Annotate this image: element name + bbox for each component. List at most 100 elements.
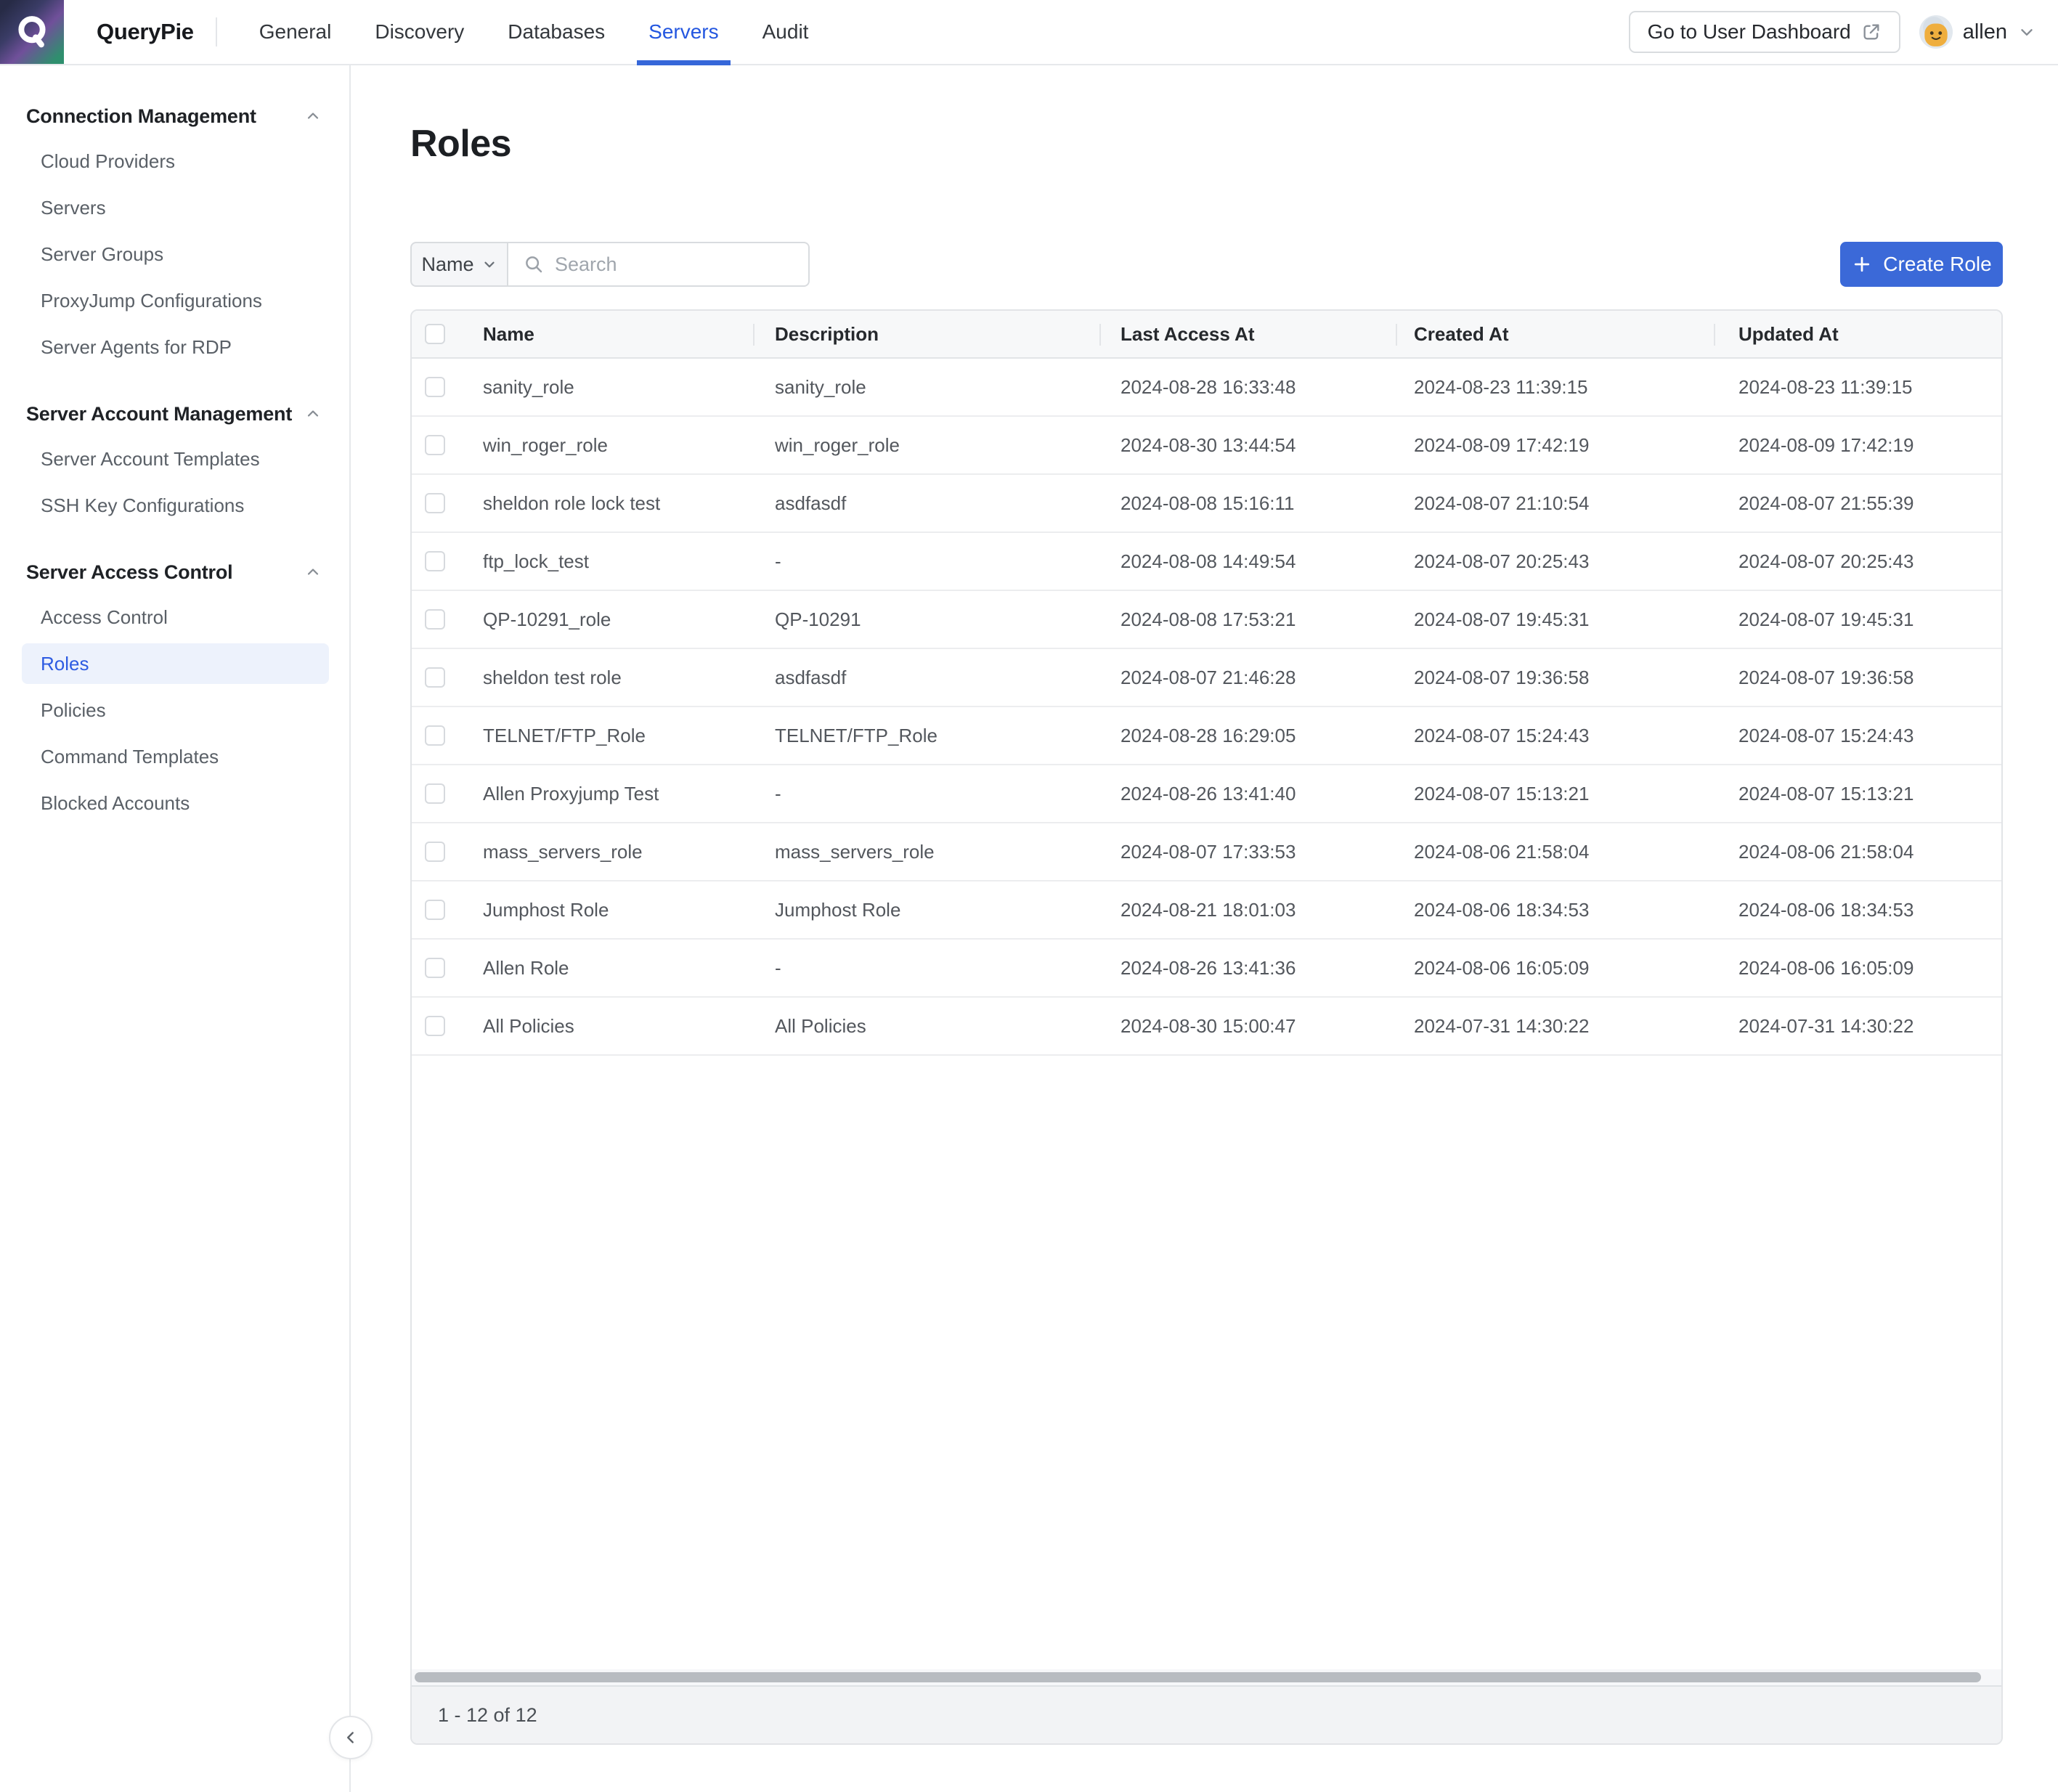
create-role-label: Create Role: [1883, 253, 1991, 276]
sidebar-item[interactable]: Server Account Templates: [22, 439, 329, 479]
main-content: Roles Name C: [410, 65, 2003, 1745]
cell-description: -: [753, 940, 1099, 996]
cell-last-access-at: 2024-08-07 21:46:28: [1099, 649, 1396, 706]
sidebar-item[interactable]: SSH Key Configurations: [22, 485, 329, 526]
row-checkbox[interactable]: [425, 900, 445, 920]
chevron-down-icon: [481, 256, 497, 272]
cell-updated-at: 2024-08-07 19:45:31: [1714, 591, 2001, 648]
nav-tab[interactable]: General: [237, 0, 354, 64]
nav-tab-label: Databases: [508, 20, 605, 44]
nav-tab-label: Audit: [762, 20, 809, 44]
table-row[interactable]: All Policies All Policies 2024-08-30 15:…: [412, 998, 2001, 1056]
cell-name: Allen Proxyjump Test: [470, 765, 753, 822]
nav-tab-label: Discovery: [375, 20, 464, 44]
sidebar-item[interactable]: Servers: [22, 187, 329, 228]
cell-description: TELNET/FTP_Role: [753, 707, 1099, 764]
cell-last-access-at: 2024-08-08 17:53:21: [1099, 591, 1396, 648]
cell-updated-at: 2024-08-07 15:13:21: [1714, 765, 2001, 822]
cell-last-access-at: 2024-08-26 13:41:40: [1099, 765, 1396, 822]
sidebar-item[interactable]: Policies: [22, 690, 329, 730]
cell-created-at: 2024-08-06 21:58:04: [1396, 823, 1714, 880]
filter-field-label: Name: [421, 253, 473, 276]
section-title: Server Access Control: [26, 561, 232, 584]
sidebar-item[interactable]: Server Groups: [22, 234, 329, 274]
row-checkbox[interactable]: [425, 783, 445, 804]
table-row[interactable]: sheldon test role asdfasdf 2024-08-07 21…: [412, 649, 2001, 707]
querypie-logo[interactable]: [0, 0, 64, 64]
table-row[interactable]: sanity_role sanity_role 2024-08-28 16:33…: [412, 359, 2001, 417]
row-checkbox[interactable]: [425, 667, 445, 688]
row-checkbox[interactable]: [425, 493, 445, 513]
search-box: [508, 242, 810, 287]
cell-updated-at: 2024-08-07 20:25:43: [1714, 533, 2001, 590]
cell-last-access-at: 2024-08-08 15:16:11: [1099, 475, 1396, 532]
pagination-range-label: 1 - 12 of 12: [438, 1704, 537, 1727]
sidebar-item-label: Servers: [41, 197, 106, 219]
section-head-server-account-management[interactable]: Server Account Management: [0, 394, 349, 434]
sidebar-item-label: ProxyJump Configurations: [41, 290, 262, 312]
cell-last-access-at: 2024-08-30 15:00:47: [1099, 998, 1396, 1054]
row-checkbox[interactable]: [425, 958, 445, 978]
row-checkbox-cell: [412, 998, 470, 1054]
sidebar-item[interactable]: Access Control: [22, 597, 329, 638]
nav-tab[interactable]: Databases: [486, 0, 627, 64]
cell-name: Allen Role: [470, 940, 753, 996]
table-row[interactable]: Allen Proxyjump Test - 2024-08-26 13:41:…: [412, 765, 2001, 823]
row-checkbox[interactable]: [425, 842, 445, 862]
search-input[interactable]: [555, 253, 808, 276]
table-row[interactable]: Allen Role - 2024-08-26 13:41:36 2024-08…: [412, 940, 2001, 998]
go-to-user-dashboard-label: Go to User Dashboard: [1648, 20, 1851, 44]
user-menu[interactable]: allen: [1919, 15, 2036, 49]
section-head-server-access-control[interactable]: Server Access Control: [0, 552, 349, 592]
section-head-connection-management[interactable]: Connection Management: [0, 96, 349, 137]
sidebar-item[interactable]: Cloud Providers: [22, 141, 329, 182]
nav-tab[interactable]: Audit: [741, 0, 831, 64]
horizontal-scrollbar: [412, 1669, 2001, 1685]
row-checkbox-cell: [412, 533, 470, 590]
row-checkbox[interactable]: [425, 609, 445, 630]
sidebar-item[interactable]: Server Agents for RDP: [22, 327, 329, 367]
cell-created-at: 2024-08-07 15:24:43: [1396, 707, 1714, 764]
select-all-checkbox[interactable]: [425, 324, 445, 344]
chevron-left-icon: [341, 1728, 360, 1747]
cell-updated-at: 2024-08-06 18:34:53: [1714, 881, 2001, 938]
filter-field-select[interactable]: Name: [410, 242, 508, 287]
cell-created-at: 2024-08-07 21:10:54: [1396, 475, 1714, 532]
sidebar-item[interactable]: Command Templates: [22, 736, 329, 777]
topbar-right: Go to User Dashboard: [1629, 11, 2036, 53]
row-checkbox[interactable]: [425, 725, 445, 746]
sidebar-collapse-button[interactable]: [329, 1716, 373, 1759]
sidebar-item[interactable]: Roles: [22, 643, 329, 684]
sidebar-section-server-access-control: Server Access Control Access Control Rol…: [0, 552, 349, 823]
create-role-button[interactable]: Create Role: [1840, 242, 2003, 287]
sidebar-item[interactable]: ProxyJump Configurations: [22, 280, 329, 321]
filter-group: Name: [410, 242, 810, 287]
table-row[interactable]: QP-10291_role QP-10291 2024-08-08 17:53:…: [412, 591, 2001, 649]
table-row[interactable]: ftp_lock_test - 2024-08-08 14:49:54 2024…: [412, 533, 2001, 591]
sidebar-item-label: Command Templates: [41, 746, 219, 768]
table-row[interactable]: sheldon role lock test asdfasdf 2024-08-…: [412, 475, 2001, 533]
row-checkbox-cell: [412, 591, 470, 648]
search-icon: [523, 253, 545, 275]
nav-tab[interactable]: Servers: [627, 0, 740, 64]
table-footer: 1 - 12 of 12: [412, 1685, 2001, 1743]
cell-created-at: 2024-08-23 11:39:15: [1396, 359, 1714, 415]
chevron-up-icon: [304, 107, 322, 125]
table-row[interactable]: win_roger_role win_roger_role 2024-08-30…: [412, 417, 2001, 475]
go-to-user-dashboard-button[interactable]: Go to User Dashboard: [1629, 11, 1900, 53]
table-row[interactable]: mass_servers_role mass_servers_role 2024…: [412, 823, 2001, 881]
cell-created-at: 2024-08-09 17:42:19: [1396, 417, 1714, 473]
table-row[interactable]: TELNET/FTP_Role TELNET/FTP_Role 2024-08-…: [412, 707, 2001, 765]
nav-tab[interactable]: Discovery: [353, 0, 486, 64]
scrollbar-thumb[interactable]: [415, 1672, 1981, 1682]
row-checkbox[interactable]: [425, 1016, 445, 1036]
row-checkbox[interactable]: [425, 435, 445, 455]
cell-name: TELNET/FTP_Role: [470, 707, 753, 764]
primary-nav: General Discovery Databases Servers Audi…: [237, 0, 831, 64]
row-checkbox[interactable]: [425, 377, 445, 397]
cell-created-at: 2024-08-06 16:05:09: [1396, 940, 1714, 996]
sidebar-item[interactable]: Blocked Accounts: [22, 783, 329, 823]
cell-updated-at: 2024-08-07 15:24:43: [1714, 707, 2001, 764]
table-row[interactable]: Jumphost Role Jumphost Role 2024-08-21 1…: [412, 881, 2001, 940]
row-checkbox[interactable]: [425, 551, 445, 571]
